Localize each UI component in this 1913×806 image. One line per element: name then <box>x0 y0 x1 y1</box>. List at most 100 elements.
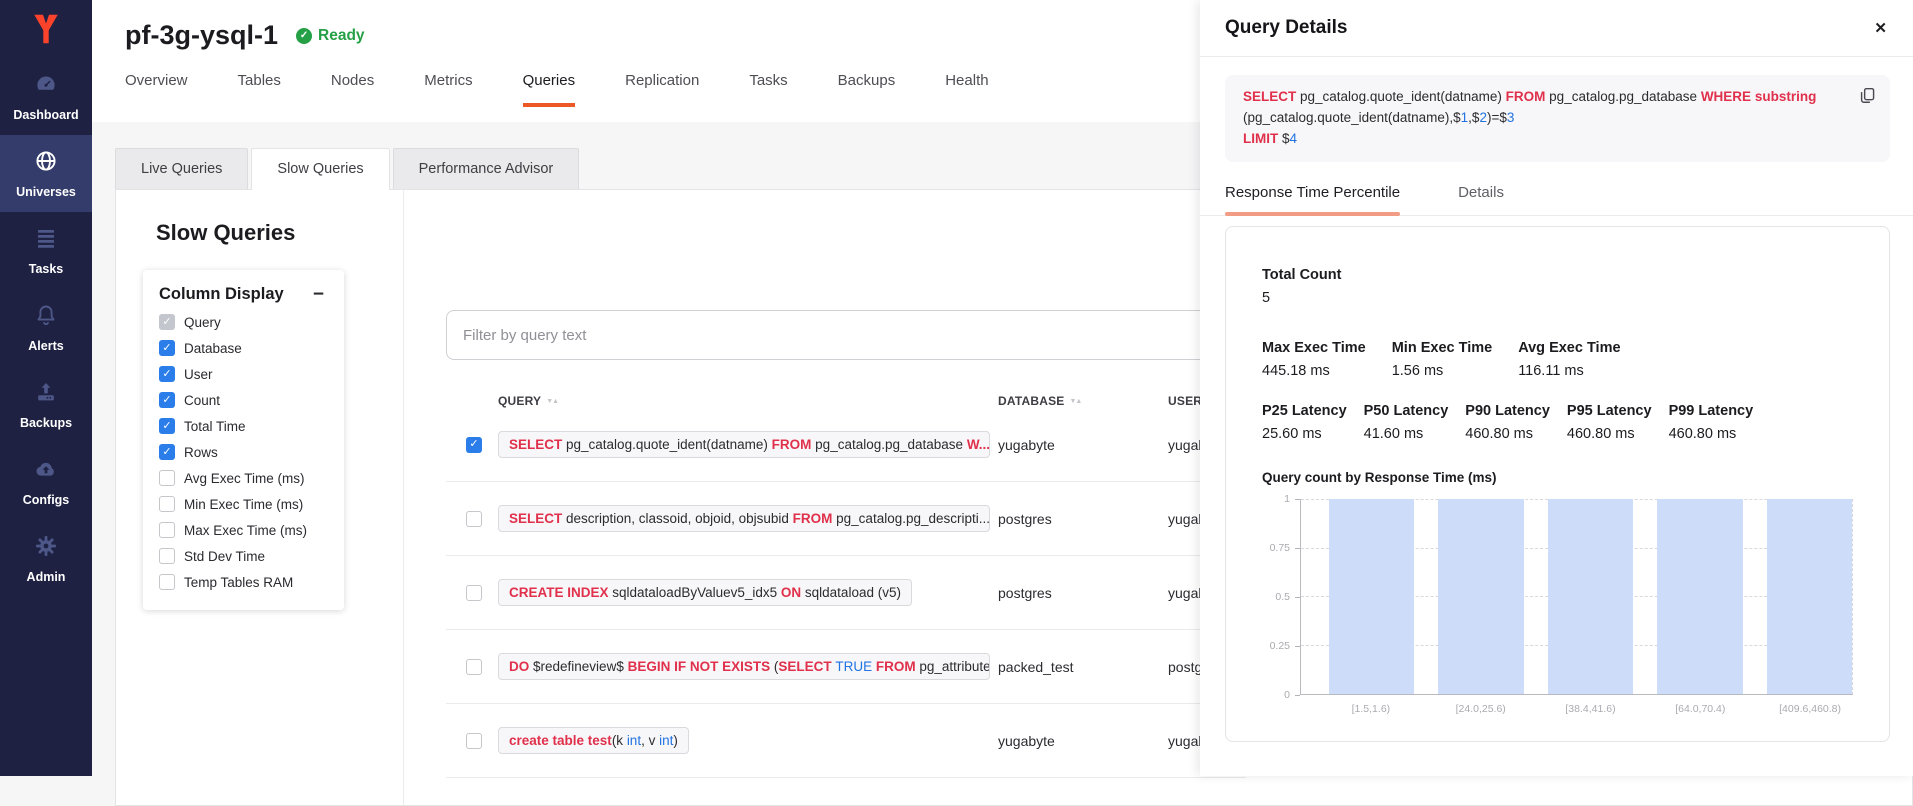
checkbox-database[interactable]: ✓ <box>159 340 175 356</box>
checkbox-count[interactable]: ✓ <box>159 392 175 408</box>
sql-token: SELECT <box>509 511 566 526</box>
histogram-bar <box>1657 499 1742 694</box>
row-checkbox[interactable] <box>466 659 482 675</box>
query-row[interactable]: SELECT description, classoid, objoid, ob… <box>446 482 1246 556</box>
minus-icon[interactable]: − <box>309 288 328 302</box>
chart-bars <box>1329 499 1852 694</box>
sql-token: ,$ <box>1468 110 1479 125</box>
sql-statement-line: (pg_catalog.quote_ident(datname),$1,$2)=… <box>1243 108 1838 129</box>
stat-label: P95 Latency <box>1567 403 1652 419</box>
column-header-query[interactable]: QUERY▼▲ <box>498 394 998 408</box>
close-icon[interactable]: ✕ <box>1874 19 1887 37</box>
checkbox-temp-tables-ram[interactable] <box>159 574 175 590</box>
query-row[interactable]: CREATE INDEX sqldataloadByValuev5_idx5 O… <box>446 556 1246 630</box>
sql-statement-line: LIMIT $4 <box>1243 129 1838 150</box>
subtab-slow-queries[interactable]: Slow Queries <box>251 148 389 189</box>
stat-label: P99 Latency <box>1669 403 1754 419</box>
query-row[interactable]: DO $redefineview$ BEGIN IF NOT EXISTS (S… <box>446 630 1246 704</box>
details-tab-details[interactable]: Details <box>1458 184 1504 215</box>
query-row[interactable]: ✓ SELECT pg_catalog.quote_ident(datname) … <box>446 408 1246 482</box>
checkbox-user[interactable]: ✓ <box>159 366 175 382</box>
sidebar-item-admin[interactable]: Admin <box>0 520 92 597</box>
column-option-min-exec-time-ms: Min Exec Time (ms) <box>159 496 328 512</box>
status-label: Ready <box>318 27 365 45</box>
column-option-count: ✓ Count <box>159 392 328 408</box>
sql-token: (k <box>612 733 627 748</box>
sidebar-item-label: Admin <box>27 570 66 584</box>
sql-token: pg_catalog.quote_ident(datname) <box>1300 89 1506 104</box>
tab-health[interactable]: Health <box>945 72 988 107</box>
row-checkbox[interactable]: ✓ <box>466 437 482 453</box>
tab-tasks[interactable]: Tasks <box>749 72 787 107</box>
sql-token: FROM <box>876 659 920 674</box>
column-option-total-time: ✓Total Time <box>159 418 328 434</box>
tab-replication[interactable]: Replication <box>625 72 699 107</box>
column-option-label: Count <box>184 393 220 408</box>
sql-statement-line: SELECT pg_catalog.quote_ident(datname) F… <box>1243 87 1838 108</box>
query-cell[interactable]: DO $redefineview$ BEGIN IF NOT EXISTS (S… <box>498 653 990 680</box>
sort-icon[interactable]: ▼▲ <box>546 398 558 405</box>
column-option-label: Avg Exec Time (ms) <box>184 471 305 486</box>
tab-metrics[interactable]: Metrics <box>424 72 472 107</box>
table-header-row: QUERY▼▲DATABASE▼▲USER▼▲ <box>446 394 1246 408</box>
sql-token: create table test <box>509 733 612 748</box>
query-row[interactable]: create table test(k int, v int)yugabytey… <box>446 704 1246 778</box>
row-checkbox[interactable] <box>466 585 482 601</box>
query-details-title: Query Details <box>1225 17 1348 39</box>
sql-token: DO <box>509 659 533 674</box>
row-checkbox[interactable] <box>466 733 482 749</box>
sql-statement-box: SELECT pg_catalog.quote_ident(datname) F… <box>1225 75 1890 162</box>
sql-token: $redefineview$ <box>533 659 628 674</box>
stat-p90-latency: P90 Latency460.80 ms <box>1465 403 1550 442</box>
subtab-performance-advisor[interactable]: Performance Advisor <box>393 148 580 189</box>
copy-icon[interactable] <box>1858 86 1877 105</box>
checkbox-max-exec-time-ms[interactable] <box>159 522 175 538</box>
column-option-label: Database <box>184 341 242 356</box>
sql-token: int <box>627 733 641 748</box>
query-cell[interactable]: CREATE INDEX sqldataloadByValuev5_idx5 O… <box>498 579 912 606</box>
tab-tables[interactable]: Tables <box>238 72 281 107</box>
sidebar-item-backups[interactable]: Backups <box>0 366 92 443</box>
sidebar-item-alerts[interactable]: Alerts <box>0 289 92 366</box>
tab-overview[interactable]: Overview <box>125 72 188 107</box>
query-cell[interactable]: SELECT pg_catalog.quote_ident(datname) F… <box>498 431 990 458</box>
checkbox-total-time[interactable]: ✓ <box>159 418 175 434</box>
yugabyte-logo[interactable] <box>0 0 92 58</box>
checkbox-query[interactable]: ✓ <box>159 314 175 330</box>
details-tab-response-time-percentile[interactable]: Response Time Percentile <box>1225 184 1400 215</box>
query-cell[interactable]: SELECT description, classoid, objoid, ob… <box>498 505 990 532</box>
tab-nodes[interactable]: Nodes <box>331 72 374 107</box>
column-display-title: Column Display <box>159 285 284 304</box>
sql-token: sqldataloadByValuev5_idx5 <box>612 585 781 600</box>
query-filter-input[interactable] <box>446 310 1246 360</box>
stat-p25-latency: P25 Latency25.60 ms <box>1262 403 1347 442</box>
sql-token: WHERE substring <box>1701 89 1817 104</box>
database-cell: yugabyte <box>998 437 1168 453</box>
sidebar-item-dashboard[interactable]: Dashboard <box>0 58 92 135</box>
sidebar-item-tasks[interactable]: Tasks <box>0 212 92 289</box>
stat-label: Min Exec Time <box>1392 340 1492 356</box>
sql-token: TRUE <box>835 659 876 674</box>
queries-sub-tabs: Live QueriesSlow QueriesPerformance Advi… <box>115 148 582 189</box>
sql-token: 3 <box>1507 110 1515 125</box>
column-header-database[interactable]: DATABASE▼▲ <box>998 394 1168 408</box>
sort-icon[interactable]: ▼▲ <box>1070 398 1082 405</box>
sql-token: pg_catalog.quote_ident(datname) <box>566 437 772 452</box>
sql-token: BEGIN IF NOT EXISTS <box>628 659 774 674</box>
sql-token: 4 <box>1290 131 1298 146</box>
checkbox-std-dev-time[interactable] <box>159 548 175 564</box>
tab-queries[interactable]: Queries <box>523 72 576 107</box>
column-option-label: Std Dev Time <box>184 549 265 564</box>
sidebar-item-configs[interactable]: Configs <box>0 443 92 520</box>
row-checkbox[interactable] <box>466 511 482 527</box>
column-option-user: ✓User <box>159 366 328 382</box>
checkbox-avg-exec-time-ms[interactable] <box>159 470 175 486</box>
query-cell[interactable]: create table test(k int, v int) <box>498 727 689 754</box>
tab-backups[interactable]: Backups <box>838 72 896 107</box>
x-tick-label: [24.0,25.6) <box>1438 703 1524 715</box>
subtab-live-queries[interactable]: Live Queries <box>115 148 248 189</box>
checkbox-min-exec-time-ms[interactable] <box>159 496 175 512</box>
checkbox-rows[interactable]: ✓ <box>159 444 175 460</box>
column-option-max-exec-time-ms: Max Exec Time (ms) <box>159 522 328 538</box>
sidebar-item-universes[interactable]: Universes <box>0 135 92 212</box>
